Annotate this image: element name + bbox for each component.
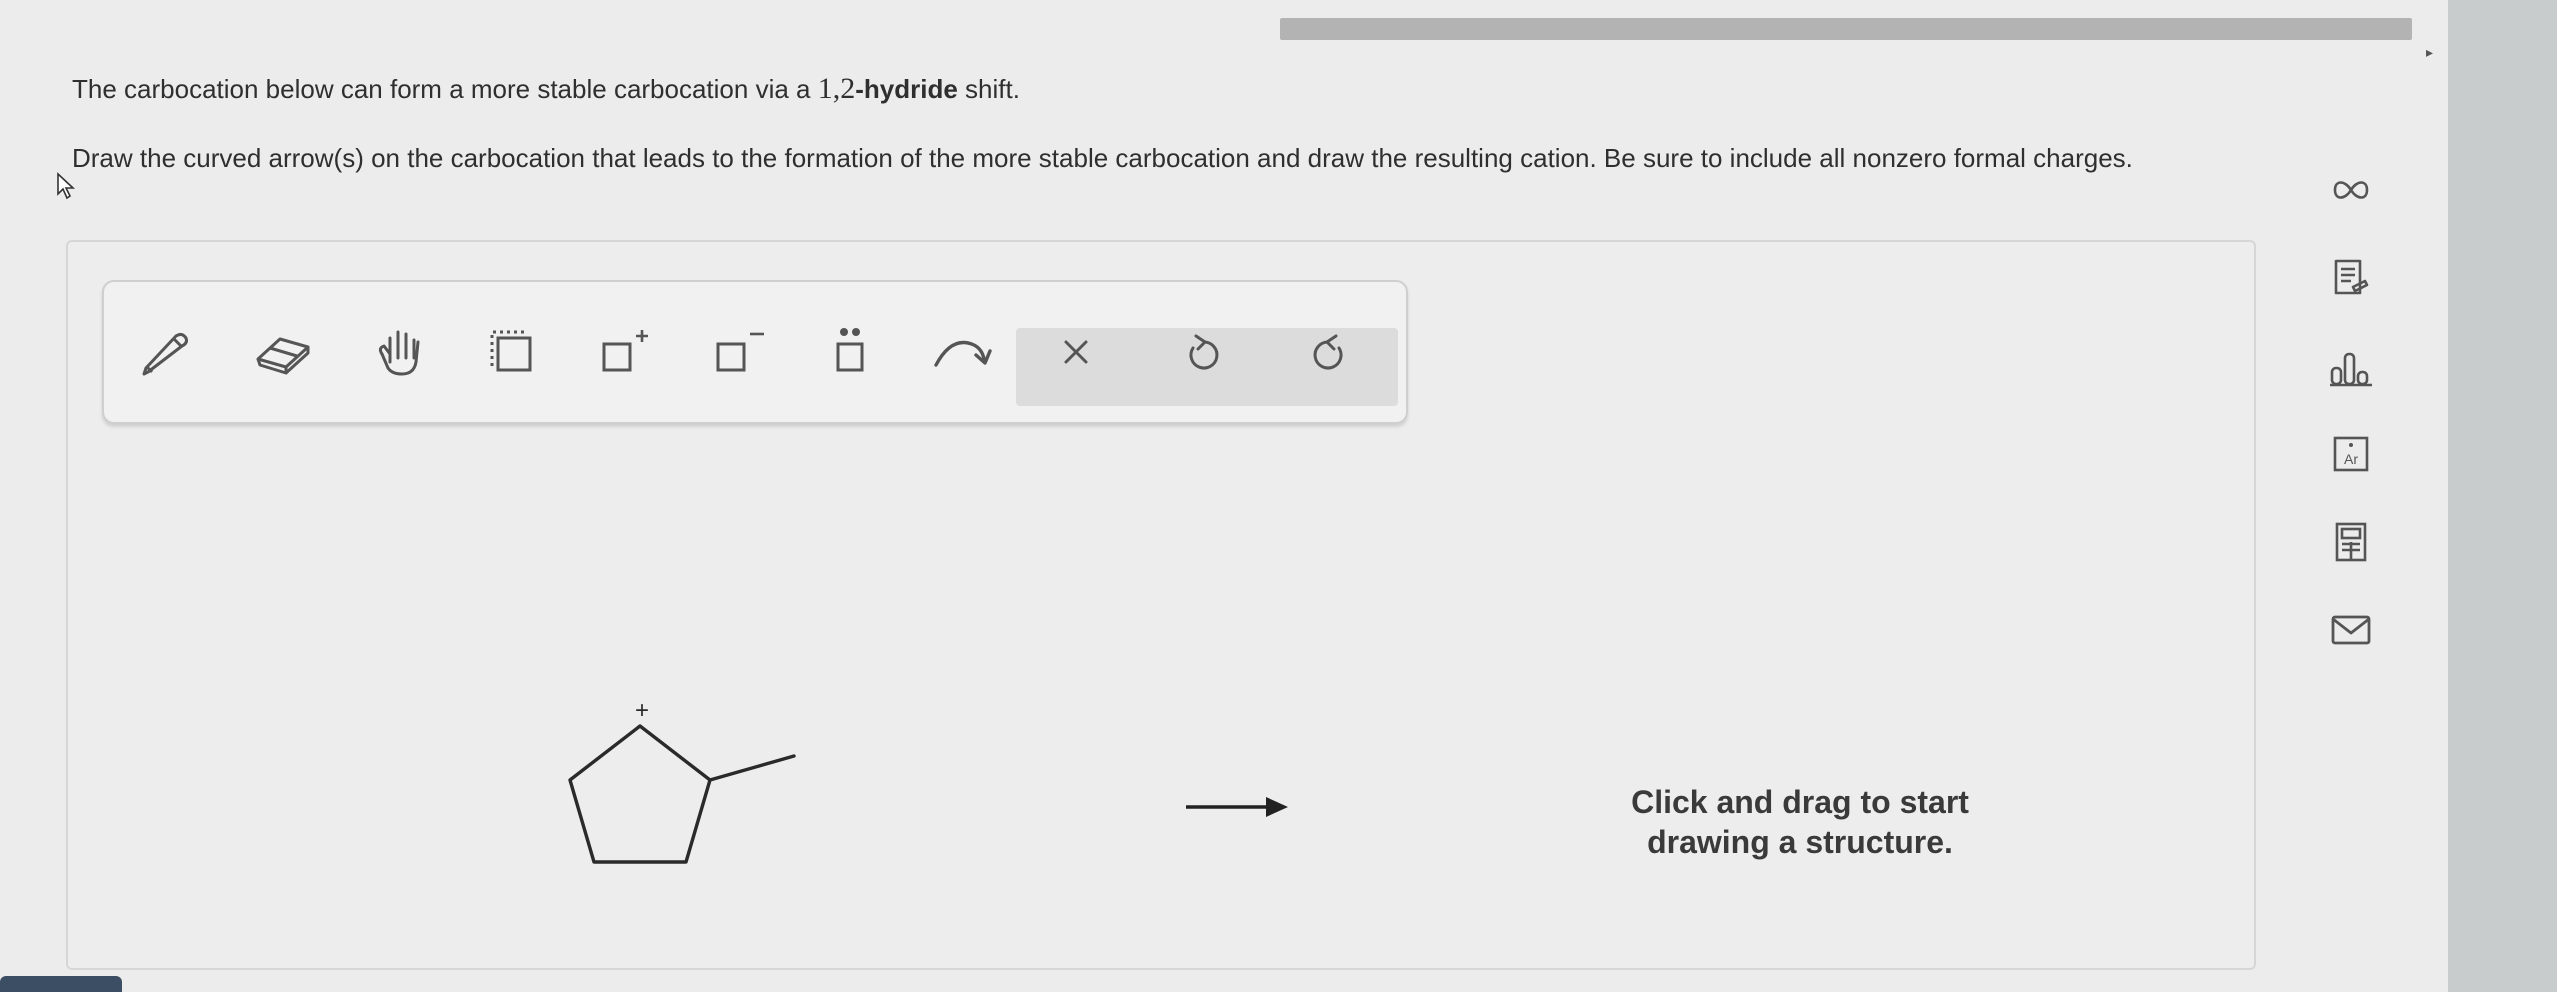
- hand-icon[interactable]: [364, 318, 432, 386]
- drawing-hint: Click and drag to start drawing a struct…: [1560, 782, 2040, 862]
- positive-charge-label: +: [635, 700, 649, 724]
- drawing-toolbar: [102, 280, 1408, 424]
- eraser-icon[interactable]: [248, 318, 316, 386]
- chart-icon[interactable]: [2318, 338, 2384, 398]
- question-line-2: Draw the curved arrow(s) on the carbocat…: [72, 143, 2133, 173]
- caret-right-icon[interactable]: ▸: [2426, 44, 2433, 61]
- lone-pair-icon[interactable]: [816, 318, 884, 386]
- clear-icon[interactable]: [1042, 318, 1110, 386]
- add-positive-charge-icon[interactable]: [590, 318, 658, 386]
- question-line-1: The carbocation below can form a more st…: [72, 72, 1020, 106]
- pencil-icon[interactable]: [130, 318, 198, 386]
- window-edge: [2448, 0, 2557, 992]
- document-icon[interactable]: [2318, 248, 2384, 308]
- question-text: The carbocation below can form a more st…: [72, 74, 818, 104]
- curved-arrow-icon[interactable]: [928, 318, 996, 386]
- mouse-cursor-icon: [56, 172, 78, 200]
- cyclopentane-ring: [568, 724, 712, 864]
- mail-icon[interactable]: [2318, 600, 2384, 660]
- carbocation-structure[interactable]: +: [540, 700, 840, 890]
- select-icon[interactable]: [478, 318, 546, 386]
- hydride-bold: -hydride: [855, 74, 958, 104]
- undo-icon[interactable]: [1170, 318, 1238, 386]
- shift-numbers: 1,2: [817, 72, 856, 105]
- periodic-table-label: Ar: [2344, 451, 2358, 467]
- redo-icon[interactable]: [1294, 318, 1362, 386]
- infinity-icon[interactable]: [2318, 160, 2384, 220]
- bottom-tab[interactable]: [0, 976, 122, 992]
- question-text-end: shift.: [957, 74, 1020, 104]
- reaction-arrow-icon: [1186, 797, 1288, 817]
- progress-bar: [1280, 18, 2412, 40]
- periodic-table-icon[interactable]: Ar: [2318, 424, 2384, 484]
- add-negative-charge-icon[interactable]: [704, 318, 772, 386]
- calculator-icon[interactable]: [2318, 512, 2384, 572]
- hint-line-2: drawing a structure.: [1647, 824, 1953, 860]
- hint-line-1: Click and drag to start: [1631, 784, 1969, 820]
- methyl-bond: [708, 754, 796, 782]
